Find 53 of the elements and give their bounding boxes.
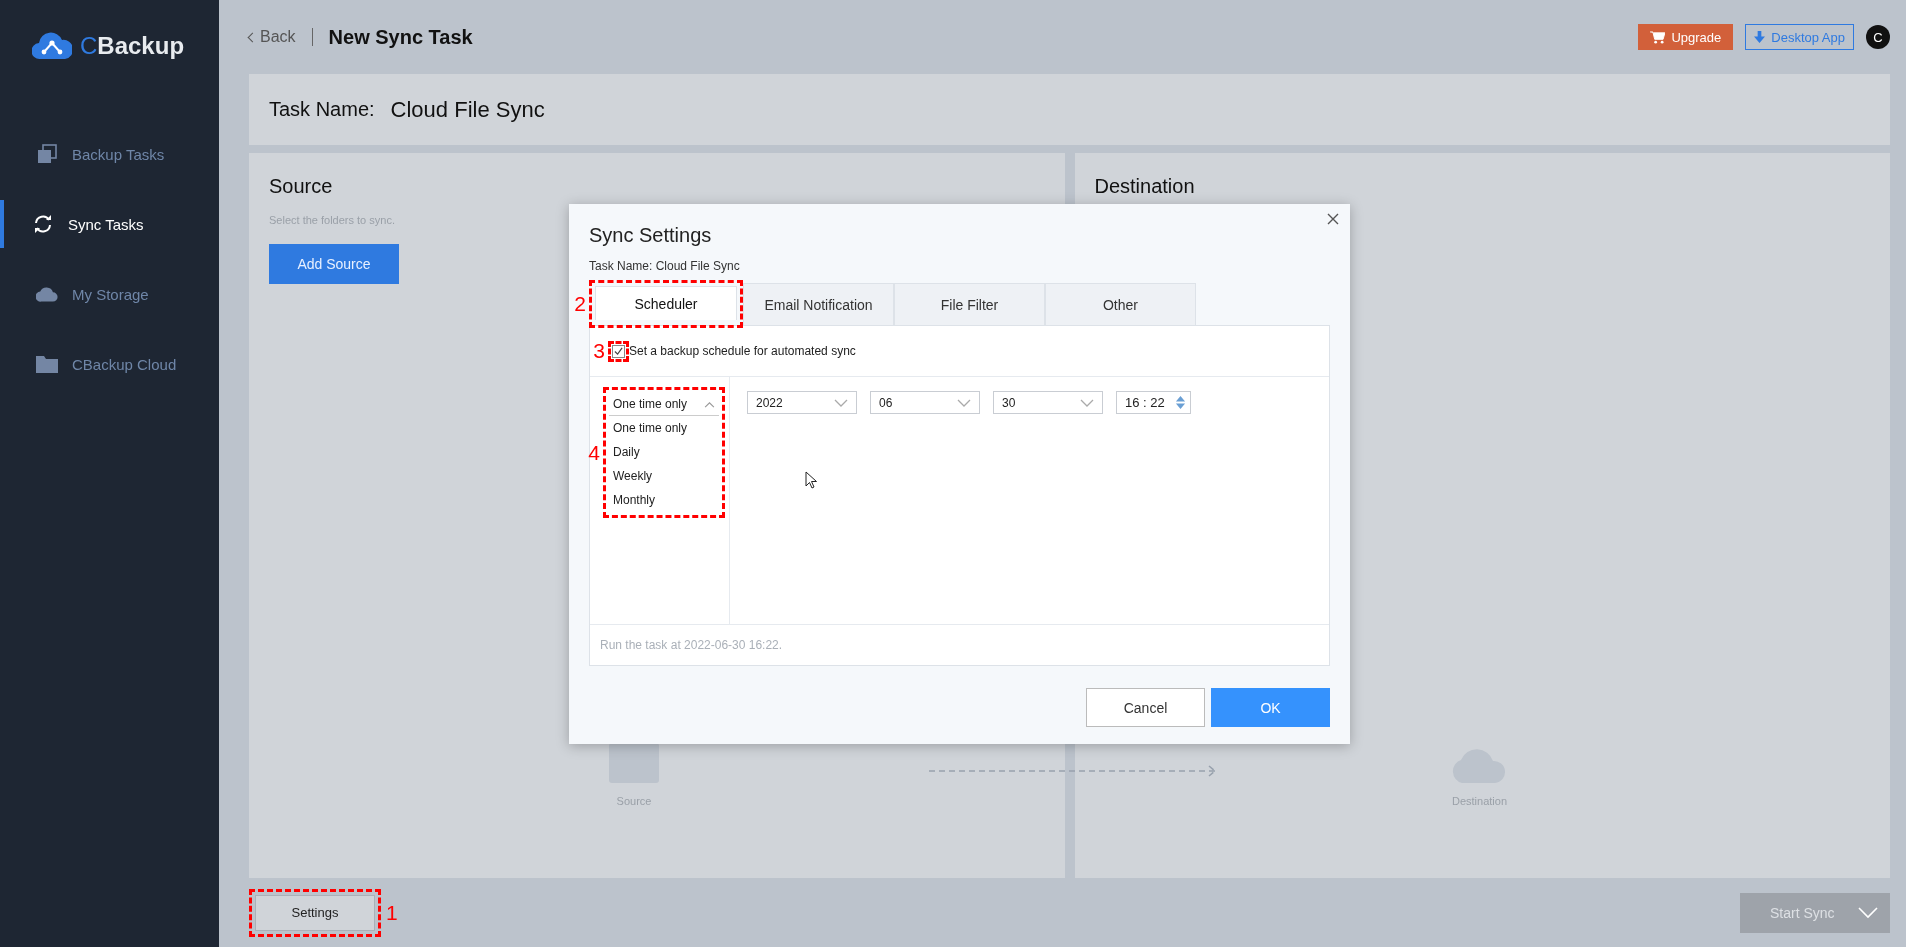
copy-icon [36,144,58,164]
dialog-title: Sync Settings [589,224,713,247]
back-link[interactable]: Back [249,28,296,46]
chevron-down-icon [1080,398,1094,407]
add-source-button[interactable]: Add Source [269,244,399,284]
day-select[interactable]: 30 [993,391,1103,414]
schedule-summary: Run the task at 2022-06-30 16:22. [590,624,1329,665]
checkbox-label: Set a backup schedule for automated sync [629,344,856,358]
tab[interactable]: Email Notification [743,283,894,325]
tab[interactable]: File Filter [894,283,1045,325]
close-icon[interactable] [1327,213,1339,225]
annotation-number: 2 [574,292,586,316]
chevron-down-icon [1858,906,1878,919]
settings-button[interactable]: Settings [255,894,375,931]
mouse-cursor-icon [805,471,817,489]
download-icon [1754,30,1766,44]
sidebar-item[interactable]: My Storage [0,270,219,318]
spinner-arrows-icon [1175,395,1186,410]
frequency-dropdown[interactable]: One time only [609,393,719,416]
page-title: New Sync Task [328,25,473,49]
tab[interactable]: Other [1045,283,1196,325]
dropdown-option[interactable]: Monthly [609,488,719,512]
month-select[interactable]: 06 [870,391,980,414]
dialog-subtitle: Task Name: Cloud File Sync [589,259,741,273]
cart-icon [1650,30,1666,44]
task-name-value: Cloud File Sync [390,96,545,123]
source-title: Source [269,175,334,198]
upgrade-button[interactable]: Upgrade [1638,24,1734,50]
logo-icon [32,31,72,61]
sidebar-item[interactable]: Backup Tasks [0,130,219,178]
dropdown-option[interactable]: Daily [609,440,719,464]
dropdown-option[interactable]: Weekly [609,464,719,488]
year-select[interactable]: 2022 [747,391,857,414]
cloud-icon [36,285,58,303]
sidebar-item[interactable]: CBackup Cloud [0,340,219,388]
folder-icon [36,355,58,373]
file-icon [609,743,659,783]
dropdown-option[interactable]: One time only [609,416,719,440]
chevron-up-icon [704,400,715,408]
chevron-down-icon [834,398,848,407]
cancel-button[interactable]: Cancel [1086,688,1205,727]
logo-text: CBackup [80,32,185,60]
time-spinner[interactable]: 16 : 22 [1116,391,1191,414]
tab[interactable]: Scheduler [595,286,737,320]
annotation-number: 4 [588,440,600,465]
chevron-down-icon [957,398,971,407]
avatar[interactable]: C [1866,25,1890,49]
task-name-label: Task Name: [269,98,375,121]
annotation-number: 1 [386,900,398,925]
sync-icon [32,214,54,234]
sidebar-item[interactable]: Sync Tasks [0,200,219,248]
annotation-number: 3 [593,339,605,363]
destination-title: Destination [1094,175,1196,198]
